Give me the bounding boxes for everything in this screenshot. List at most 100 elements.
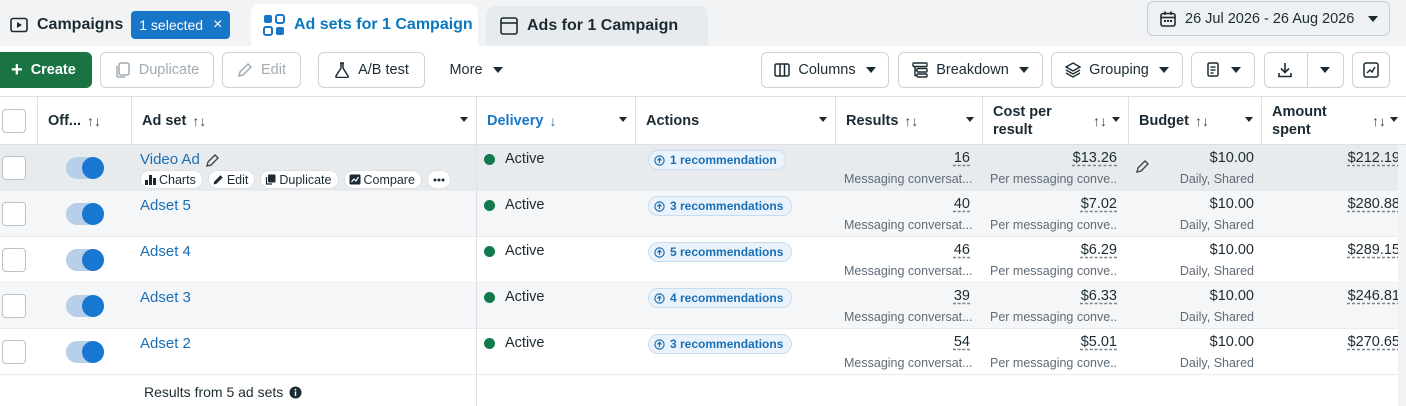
grouping-button[interactable]: Grouping xyxy=(1051,52,1183,88)
amount-spent-value[interactable]: $280.88 xyxy=(1280,196,1400,212)
export-button[interactable] xyxy=(1264,52,1344,88)
recommendation-badge[interactable]: 5 recommendations xyxy=(648,242,793,262)
info-icon[interactable] xyxy=(289,386,302,399)
table-row[interactable]: Adset 5 Active 3 recommendations 40 Mess… xyxy=(0,191,1406,237)
edit-button[interactable]: Edit xyxy=(222,52,301,88)
row-checkbox[interactable] xyxy=(2,156,26,180)
chevron-down-icon xyxy=(1231,67,1241,73)
column-budget[interactable]: Budget ↑↓ xyxy=(1129,97,1262,145)
charts-label: Charts xyxy=(159,172,196,187)
toolbar: + Create Duplicate Edit A/B test More Co… xyxy=(0,46,1406,97)
on-off-toggle[interactable] xyxy=(66,341,104,363)
sort-icon: ↑↓ xyxy=(87,113,102,129)
reports-dropdown-button[interactable] xyxy=(1191,52,1255,88)
layers-icon xyxy=(1065,62,1082,78)
cost-value[interactable]: $5.01 xyxy=(990,334,1117,350)
toggle-knob xyxy=(82,249,104,271)
results-value[interactable]: 39 xyxy=(845,288,970,304)
active-status-dot xyxy=(484,337,495,349)
table-row[interactable]: Adset 2 Active 3 recommendations 54 Mess… xyxy=(0,329,1406,375)
results-value[interactable]: 46 xyxy=(845,242,970,258)
amount-spent-value[interactable]: $270.65 xyxy=(1280,334,1400,350)
table-row[interactable]: Adset 3 Active 4 recommendations 39 Mess… xyxy=(0,283,1406,329)
selected-badge[interactable]: 1 selected × xyxy=(131,11,231,39)
on-off-toggle[interactable] xyxy=(66,203,104,225)
column-actions[interactable]: Actions xyxy=(636,97,836,145)
column-adset[interactable]: Ad set ↑↓ xyxy=(132,97,477,145)
amount-spent-value[interactable]: $212.19 xyxy=(1280,150,1400,166)
chevron-down-icon xyxy=(1368,15,1379,22)
cost-value[interactable]: $13.26 xyxy=(990,150,1117,166)
view-charts-button[interactable] xyxy=(1352,52,1390,88)
vertical-scrollbar[interactable] xyxy=(1398,145,1406,406)
column-results[interactable]: Results ↑↓ xyxy=(836,97,983,145)
amount-spent-value[interactable]: $289.15 xyxy=(1280,242,1400,258)
adset-name-link[interactable]: Video Ad xyxy=(140,151,220,168)
on-off-toggle[interactable] xyxy=(66,249,104,271)
tab-adsets[interactable]: Ad sets for 1 Campaign xyxy=(251,4,478,46)
column-off[interactable]: Off... ↑↓ xyxy=(38,97,132,145)
compare-quick-button[interactable]: Compare xyxy=(343,170,422,189)
date-range-picker[interactable]: 26 Jul 2026 - 26 Aug 2026 xyxy=(1147,1,1390,36)
pencil-icon xyxy=(213,174,224,185)
column-cost-label-1: Cost per xyxy=(993,104,1052,120)
caret-down-icon xyxy=(966,117,974,122)
results-value[interactable]: 54 xyxy=(845,334,970,350)
budget-value: $10.00 xyxy=(1209,288,1254,304)
column-delivery[interactable]: Delivery ↓ xyxy=(476,97,636,145)
row-checkbox[interactable] xyxy=(2,248,26,272)
adset-name-link[interactable]: Adset 3 xyxy=(140,289,191,306)
duplicate-quick-button[interactable]: Duplicate xyxy=(260,170,339,189)
ab-test-button[interactable]: A/B test xyxy=(318,52,425,88)
tab-campaigns[interactable]: Campaigns 1 selected × xyxy=(0,4,248,46)
sort-icon: ↑↓ xyxy=(904,113,919,129)
charts-quick-button[interactable]: Charts xyxy=(140,170,203,189)
cost-value[interactable]: $6.29 xyxy=(990,242,1117,258)
recommendation-icon xyxy=(654,246,665,258)
columns-button[interactable]: Columns xyxy=(761,52,889,88)
adset-name-link[interactable]: Adset 5 xyxy=(140,197,191,214)
amount-spent-value[interactable]: $246.81 xyxy=(1280,288,1400,304)
delivery-status: Active xyxy=(484,335,545,351)
more-options-button[interactable] xyxy=(426,170,451,189)
on-off-toggle[interactable] xyxy=(66,157,104,179)
budget-value: $10.00 xyxy=(1209,150,1254,166)
edit-label: Edit xyxy=(261,62,286,78)
cost-value[interactable]: $6.33 xyxy=(990,288,1117,304)
row-checkbox[interactable] xyxy=(2,202,26,226)
more-button[interactable]: More xyxy=(440,52,512,88)
clear-selection-icon[interactable]: × xyxy=(213,16,222,34)
budget-subtext: Daily, Shared xyxy=(1179,172,1254,186)
adset-name-link[interactable]: Adset 2 xyxy=(140,335,191,352)
column-amount-spent[interactable]: Amount spent ↑↓ xyxy=(1262,97,1406,145)
duplicate-button[interactable]: Duplicate xyxy=(100,52,214,88)
pencil-icon[interactable] xyxy=(205,153,220,167)
on-off-toggle[interactable] xyxy=(66,295,104,317)
breakdown-button[interactable]: Breakdown xyxy=(898,52,1043,88)
create-button[interactable]: + Create xyxy=(0,52,92,88)
caret-down-icon xyxy=(819,117,827,122)
row-checkbox[interactable] xyxy=(2,294,26,318)
adset-name: Adset 5 xyxy=(140,197,191,214)
calendar-icon xyxy=(1160,11,1176,27)
column-cost-per-result[interactable]: Cost per result ↑↓ xyxy=(983,97,1129,145)
results-value[interactable]: 40 xyxy=(845,196,970,212)
chevron-down-icon[interactable] xyxy=(1320,67,1330,73)
adset-name: Adset 4 xyxy=(140,243,191,260)
recommendation-badge[interactable]: 4 recommendations xyxy=(648,288,793,308)
budget-value: $10.00 xyxy=(1209,242,1254,258)
table-row[interactable]: Adset 4 Active 5 recommendations 46 Mess… xyxy=(0,237,1406,283)
recommendation-badge[interactable]: 1 recommendation xyxy=(648,150,786,170)
table-row[interactable]: Video Ad Charts Edit Duplicate Compare A… xyxy=(0,145,1406,191)
recommendation-badge[interactable]: 3 recommendations xyxy=(648,334,793,354)
results-value[interactable]: 16 xyxy=(845,150,970,166)
adset-name-link[interactable]: Adset 4 xyxy=(140,243,191,260)
columns-icon xyxy=(774,63,791,77)
column-cost-label-2: result xyxy=(993,122,1033,138)
cost-value[interactable]: $7.02 xyxy=(990,196,1117,212)
tab-ads[interactable]: Ads for 1 Campaign xyxy=(486,6,708,46)
recommendation-badge[interactable]: 3 recommendations xyxy=(648,196,793,216)
edit-quick-button[interactable]: Edit xyxy=(207,170,256,189)
select-all-checkbox[interactable] xyxy=(2,109,26,133)
row-checkbox[interactable] xyxy=(2,340,26,364)
